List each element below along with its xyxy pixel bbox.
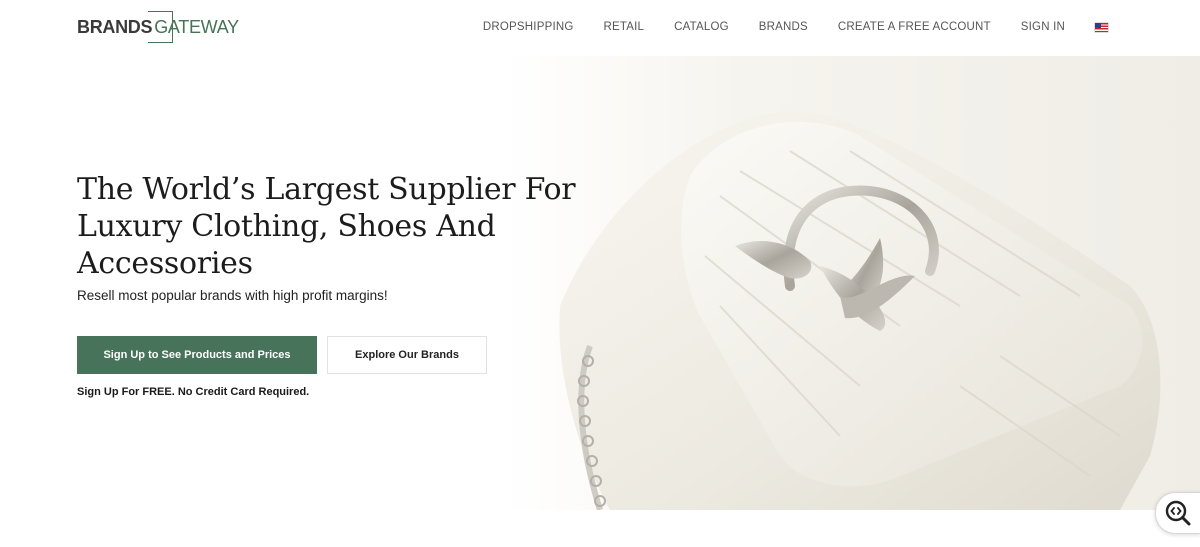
accessibility-widget-button[interactable] — [1155, 492, 1200, 534]
page: BRANDS GATEWAY DROPSHIPPING RETAIL CATAL… — [0, 0, 1200, 547]
logo-text-brands: BRANDS — [77, 16, 153, 37]
hero-headline-line-2: Luxury Clothing, Shoes And — [77, 209, 496, 244]
nav-dropshipping[interactable]: DROPSHIPPING — [483, 21, 574, 33]
hero-subline: Resell most popular brands with high pro… — [77, 288, 388, 303]
nav-brands[interactable]: BRANDS — [759, 21, 808, 33]
logo-text-gateway: GATEWAY — [148, 10, 239, 43]
main-nav: DROPSHIPPING RETAIL CATALOG BRANDS CREAT… — [453, 0, 1108, 54]
explore-brands-button[interactable]: Explore Our Brands — [327, 336, 487, 374]
nav-sign-in[interactable]: SIGN IN — [1021, 21, 1065, 33]
hero-section: The World’s Largest Supplier For Luxury … — [0, 56, 1200, 510]
hero-text-block: The World’s Largest Supplier For Luxury … — [77, 171, 597, 303]
nav-create-account[interactable]: CREATE A FREE ACCOUNT — [838, 21, 991, 33]
signup-note: Sign Up For FREE. No Credit Card Require… — [77, 386, 310, 398]
hero-headline-line-1: The World’s Largest Supplier For — [77, 172, 576, 207]
hero-cta-row: Sign Up to See Products and Prices Explo… — [77, 336, 487, 374]
brandsgateway-logo[interactable]: BRANDS GATEWAY — [77, 10, 239, 43]
hero-headline-line-3: Accessories — [77, 246, 253, 281]
logo-frame-mark — [148, 10, 174, 43]
sign-up-button[interactable]: Sign Up to See Products and Prices — [77, 336, 317, 374]
accessibility-search-icon — [1165, 500, 1191, 526]
us-flag-icon[interactable] — [1095, 22, 1108, 32]
nav-retail[interactable]: RETAIL — [604, 21, 645, 33]
site-header: BRANDS GATEWAY DROPSHIPPING RETAIL CATAL… — [0, 0, 1200, 56]
nav-catalog[interactable]: CATALOG — [674, 21, 729, 33]
hero-headline: The World’s Largest Supplier For Luxury … — [77, 171, 597, 282]
